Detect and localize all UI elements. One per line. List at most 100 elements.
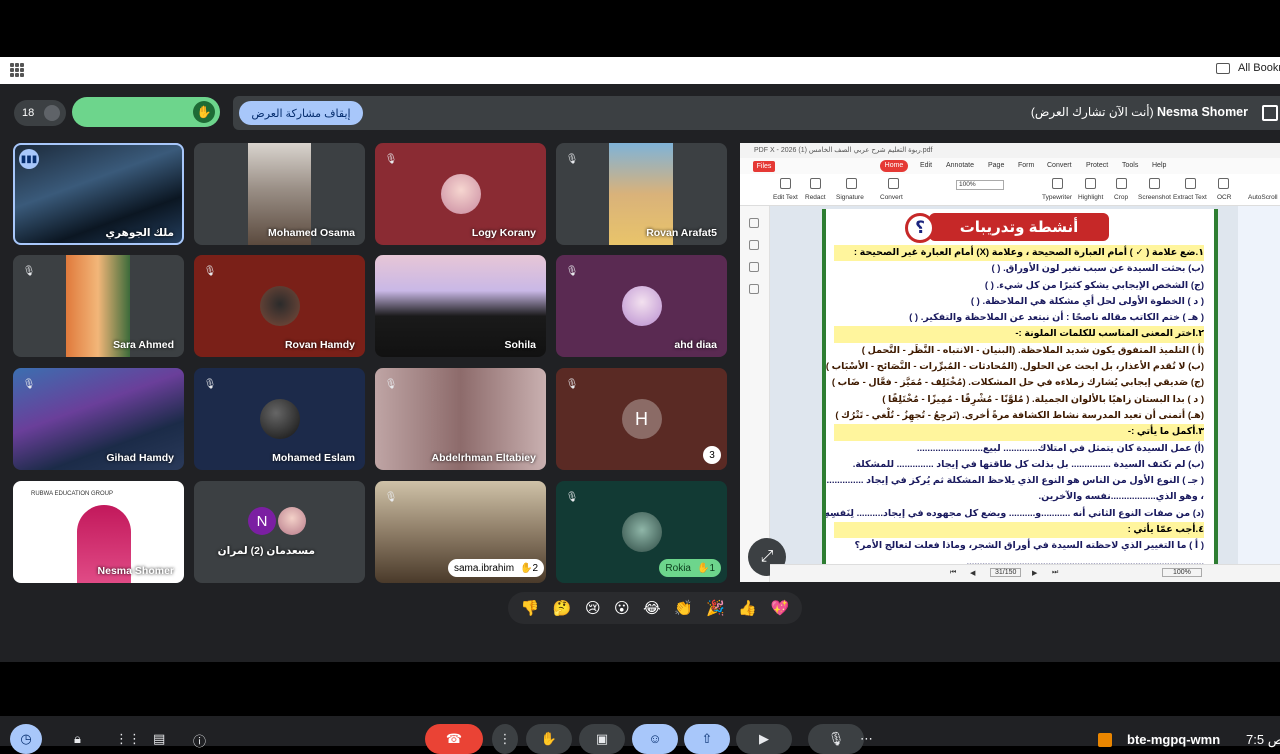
pdf-text-line: ( جـ ) النوع الأول من الناس هو النوع الذ… <box>826 475 1204 487</box>
tool-ocr[interactable]: OCR <box>1217 194 1231 201</box>
hand-raised-badge: 3 <box>703 446 721 464</box>
page-indicator[interactable]: 31/150 <box>990 568 1022 577</box>
logo-text: RUBWA EDUCATION GROUP <box>31 491 114 497</box>
tool-signature[interactable]: Signature <box>836 194 864 201</box>
leave-call-button[interactable]: ☎ <box>425 724 483 754</box>
participant-tile[interactable]: 🎙︎ sama.ibrahim ✋ 2 <box>375 481 546 583</box>
tool-autoscroll[interactable]: AutoScroll <box>1248 194 1278 201</box>
reaction-emoji[interactable]: 😢 <box>585 599 601 617</box>
participant-name: Abdelrhman Eltabiey <box>431 452 536 464</box>
mic-off-icon: 🎙︎ <box>203 265 217 277</box>
participant-tile[interactable]: 🎙︎ Rokia ✋ 1 <box>556 481 727 583</box>
reaction-emoji[interactable]: 😮 <box>614 599 630 617</box>
pdf-menu-annotate[interactable]: Annotate <box>946 162 974 169</box>
attachments-icon[interactable] <box>749 284 759 294</box>
mic-off-icon: 🎙︎ <box>22 265 36 277</box>
pdf-text-line: ........................................… <box>966 556 1204 564</box>
info-icon[interactable]: ⓘ <box>193 731 206 750</box>
participant-tile[interactable]: Sohila <box>375 255 546 357</box>
raise-hand-button[interactable]: ✋ <box>526 724 572 754</box>
zoom-select[interactable]: 100% <box>956 180 1004 190</box>
tool-screenshot[interactable]: Screenshot <box>1138 194 1171 201</box>
chat-icon[interactable]: ▤ <box>153 731 165 747</box>
prev-page-icon[interactable]: ◀ <box>970 569 975 577</box>
typewriter-icon <box>1052 178 1063 189</box>
reaction-emoji[interactable]: 🎉 <box>706 599 725 617</box>
pdf-text-line: ٢.اختر المعنى المناسب للكلمات الملونة :- <box>834 326 1204 343</box>
camera-button[interactable]: ▶ <box>736 724 792 754</box>
participant-tile[interactable]: Mohamed Osama <box>194 143 365 245</box>
reaction-emoji[interactable]: 😂 <box>643 599 661 617</box>
pdf-menu-page[interactable]: Page <box>988 162 1004 169</box>
pdf-menu-form[interactable]: Form <box>1018 162 1034 169</box>
participant-tile[interactable]: RUBWA EDUCATION GROUP Nesma Shomer <box>13 481 184 583</box>
stop-presenting-button[interactable]: إيقاف مشاركة العرض <box>239 101 363 125</box>
pdf-menu-help[interactable]: Help <box>1152 162 1166 169</box>
participant-tile[interactable]: 🎙︎ Abdelrhman Eltabiey <box>375 368 546 470</box>
more-dots-icon[interactable]: ⋯ <box>860 731 873 747</box>
activities-icon[interactable]: ◷ <box>10 724 42 754</box>
participant-tile[interactable]: 🎙︎ Mohamed Eslam <box>194 368 365 470</box>
participant-tile[interactable]: 🎙︎ H 3 <box>556 368 727 470</box>
more-options-icon[interactable]: ⋮ <box>492 724 518 754</box>
thumbnails-icon[interactable] <box>749 240 759 250</box>
participants-count-label: 18 <box>22 107 35 119</box>
participants-count[interactable]: 18 <box>14 100 66 126</box>
tool-edit-text[interactable]: Edit Text <box>773 194 798 201</box>
meeting-code-icon <box>1098 733 1112 747</box>
participant-tile[interactable]: N مسعدمان (2) لمران <box>194 481 365 583</box>
tool-convert[interactable]: Convert <box>880 194 903 201</box>
participant-name: Nesma Shomer <box>97 565 174 577</box>
participant-name: ملك الجوهري <box>105 227 174 239</box>
participant-name-pill: Rokia ✋ 1 <box>659 559 721 577</box>
next-page-icon[interactable]: ▶ <box>1032 569 1037 577</box>
tool-redact[interactable]: Redact <box>805 194 826 201</box>
participant-tile[interactable]: 🎙︎ ahd diaa <box>556 255 727 357</box>
microphone-button[interactable]: 🎙︎ <box>808 724 864 754</box>
participant-tile[interactable]: 🎙︎ Logy Korany <box>375 143 546 245</box>
participant-tile[interactable]: ▮▮▮ ملك الجوهري <box>13 143 184 245</box>
emoji-button[interactable]: ☺ <box>632 724 678 754</box>
tool-extract-text[interactable]: Extract Text <box>1173 194 1207 201</box>
participant-name-pill: sama.ibrahim ✋ 2 <box>448 559 545 577</box>
speaking-icon: ▮▮▮ <box>19 149 39 169</box>
tool-typewriter[interactable]: Typewriter <box>1042 194 1072 201</box>
present-screen-icon <box>1262 105 1278 121</box>
reaction-emoji[interactable]: 🤔 <box>553 599 572 617</box>
pdf-menu-protect[interactable]: Protect <box>1086 162 1108 169</box>
pdf-menu-edit[interactable]: Edit <box>920 162 932 169</box>
participant-tile[interactable]: 🎙︎ Rovan Arafat5 <box>556 143 727 245</box>
reaction-emoji[interactable]: 👍 <box>738 599 757 617</box>
reaction-emoji[interactable]: 👏 <box>674 599 693 617</box>
tool-crop[interactable]: Crop <box>1114 194 1128 201</box>
mic-off-icon: 🎙︎ <box>565 378 579 390</box>
participant-tile[interactable]: 🎙︎ Gihad Hamdy <box>13 368 184 470</box>
pdf-files-button[interactable]: Files <box>753 161 775 172</box>
apps-grid-icon[interactable] <box>10 63 24 77</box>
pdf-text-line: ١.ضع علامة ( ✓ ) أمام العبارة الصحيحة ، … <box>834 245 1204 262</box>
reaction-emoji[interactable]: 💖 <box>770 599 789 617</box>
apps-icon[interactable]: ⋮⋮ <box>115 731 141 747</box>
convert-icon <box>888 178 899 189</box>
zoom-level[interactable]: 100% <box>1162 568 1202 577</box>
participant-tile[interactable]: 🎙︎ Sara Ahmed <box>13 255 184 357</box>
pdf-page[interactable]: أنشطة وتدريبات ؟ ١.ضع علامة ( ✓ ) أمام ا… <box>822 209 1218 564</box>
bookmark-icon[interactable] <box>749 218 759 228</box>
tool-highlight[interactable]: Highlight <box>1078 194 1103 201</box>
reaction-emoji[interactable]: 👎 <box>521 599 540 617</box>
avatar <box>259 286 300 326</box>
comments-icon[interactable] <box>749 262 759 272</box>
first-page-icon[interactable]: ⏮ <box>950 569 956 577</box>
all-bookmarks-link[interactable]: All Bookm <box>1238 62 1280 74</box>
captions-button[interactable]: ▣ <box>579 724 625 754</box>
pdf-menu-home[interactable]: Home <box>880 160 908 172</box>
last-page-icon[interactable]: ⏭ <box>1052 569 1058 577</box>
bookmarks-bar: All Bookm <box>0 57 1280 84</box>
raised-hands-indicator[interactable]: ✋ <box>72 97 220 127</box>
host-controls-icon[interactable]: 🔒︎ <box>74 731 81 747</box>
pdf-menu-tools[interactable]: Tools <box>1122 162 1138 169</box>
participant-tile[interactable]: 🎙︎ Rovan Hamdy <box>194 255 365 357</box>
present-button[interactable]: ⇧ <box>684 724 730 754</box>
pdf-window-title: PDF X - 2026 ربوة التعليم شرح عربي الصف … <box>740 143 1280 158</box>
pdf-menu-convert[interactable]: Convert <box>1047 162 1072 169</box>
